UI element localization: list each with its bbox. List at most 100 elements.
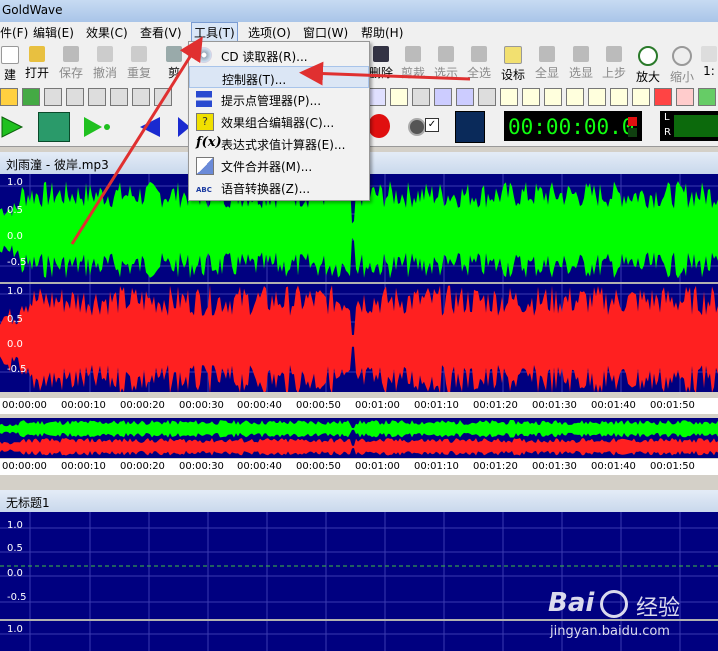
effect-icon[interactable] bbox=[588, 88, 606, 106]
effect-icon[interactable] bbox=[654, 88, 672, 106]
menu-item-controller[interactable]: 控制器(T)... bbox=[189, 66, 369, 88]
effect-icon[interactable] bbox=[610, 88, 628, 106]
monitor-icon[interactable] bbox=[408, 118, 426, 136]
y-axis-label: 0.5 bbox=[7, 205, 23, 216]
monitor-checkbox[interactable]: ✓ bbox=[425, 118, 439, 132]
effect-icon[interactable] bbox=[456, 88, 474, 106]
effect-icon[interactable] bbox=[88, 88, 106, 106]
select-all-icon bbox=[471, 46, 487, 62]
menu-item-cd-reader[interactable]: CD 读取器(R)... bbox=[189, 44, 369, 66]
y-axis-label: 1.0 bbox=[7, 520, 23, 531]
zoom-1-1-button[interactable]: 1: bbox=[700, 44, 718, 82]
play-from-cursor-icon[interactable] bbox=[82, 114, 112, 140]
menu-effects[interactable]: 效果(C) bbox=[86, 24, 128, 41]
effect-icon[interactable] bbox=[632, 88, 650, 106]
zoom-out-button[interactable]: 缩小 bbox=[666, 44, 698, 84]
effect-icon[interactable] bbox=[44, 88, 62, 106]
waveform-canvas[interactable] bbox=[0, 174, 718, 392]
effect-icon[interactable] bbox=[66, 88, 84, 106]
effect-icon[interactable] bbox=[132, 88, 150, 106]
y-axis-label: -0.5 bbox=[7, 364, 27, 375]
time-tick: 00:00:30 bbox=[179, 461, 224, 472]
overview-canvas[interactable] bbox=[0, 418, 718, 458]
effect-icon[interactable] bbox=[22, 88, 40, 106]
effect-icon[interactable] bbox=[110, 88, 128, 106]
rewind-icon[interactable] bbox=[134, 114, 162, 140]
overview-waveform[interactable] bbox=[0, 418, 718, 458]
zoom-in-button[interactable]: 放大 bbox=[632, 44, 664, 84]
status-led bbox=[628, 117, 637, 126]
time-tick: 00:01:40 bbox=[591, 400, 636, 411]
time-tick: 00:00:40 bbox=[237, 400, 282, 411]
waveform-channel bbox=[0, 285, 718, 392]
tools-menu: CD 读取器(R)... 控制器(T)... 提示点管理器(P)... ? 效果… bbox=[188, 41, 370, 201]
time-tick: 00:00:10 bbox=[61, 400, 106, 411]
menu-tools[interactable]: 工具(T) bbox=[191, 22, 238, 43]
menu-item-effect-chain[interactable]: ? 效果组合编辑器(C)... bbox=[189, 110, 369, 132]
baidu-watermark: Bai 经验 jingyan.baidu.com bbox=[548, 588, 681, 639]
effect-icon[interactable] bbox=[676, 88, 694, 106]
select-view-button[interactable]: 选示 bbox=[430, 44, 462, 82]
effect-icon[interactable] bbox=[412, 88, 430, 106]
level-meter: L R bbox=[660, 111, 718, 141]
show-all-button[interactable]: 全显 bbox=[531, 44, 563, 82]
folder-icon bbox=[29, 46, 45, 62]
effect-icon[interactable] bbox=[544, 88, 562, 106]
menu-item-file-merger[interactable]: 文件合并器(M)... bbox=[189, 154, 369, 176]
select-all-button[interactable]: 全选 bbox=[463, 44, 495, 82]
undo-icon bbox=[97, 46, 113, 62]
menu-help[interactable]: 帮助(H) bbox=[361, 24, 403, 41]
effect-icon[interactable] bbox=[390, 88, 408, 106]
play-selection-button[interactable] bbox=[38, 112, 70, 142]
timeline-ruler[interactable]: 00:00:00 00:00:10 00:00:20 00:00:30 00:0… bbox=[0, 398, 718, 414]
effect-icon[interactable] bbox=[500, 88, 518, 106]
time-tick: 00:01:30 bbox=[532, 461, 577, 472]
menu-view[interactable]: 查看(V) bbox=[140, 24, 182, 41]
menu-options[interactable]: 选项(O) bbox=[248, 24, 291, 41]
meter-bar bbox=[674, 115, 718, 137]
play-icon[interactable] bbox=[0, 114, 26, 140]
cut-button[interactable]: 剪 bbox=[158, 44, 190, 82]
y-axis-label: 1.0 bbox=[7, 286, 23, 297]
menu-item-expression-evaluator[interactable]: f(x) 表达式求值计算器(E)... bbox=[189, 132, 369, 154]
y-axis-label: 1.0 bbox=[7, 624, 23, 635]
time-tick: 00:00:40 bbox=[237, 461, 282, 472]
menu-file[interactable]: 件(F) bbox=[0, 24, 28, 41]
previous-icon bbox=[606, 46, 622, 62]
effect-icon[interactable] bbox=[522, 88, 540, 106]
select-view-icon bbox=[438, 46, 454, 62]
show-selection-button[interactable]: 选显 bbox=[565, 44, 597, 82]
waveform-view[interactable]: 1.0 0.5 0.0 -0.5 1.0 0.5 0.0 -0.5 bbox=[0, 174, 718, 392]
show-selection-icon bbox=[573, 46, 589, 62]
y-axis-label: 0.5 bbox=[7, 314, 23, 325]
menu-item-speech-converter[interactable]: ABC 语音转换器(Z)... bbox=[189, 176, 369, 198]
time-tick: 00:01:50 bbox=[650, 461, 695, 472]
control-panel-button[interactable] bbox=[455, 111, 485, 143]
window-title: GoldWave bbox=[2, 3, 63, 17]
undo-button[interactable]: 撤消 bbox=[89, 44, 121, 82]
save-button[interactable]: 保存 bbox=[55, 44, 87, 82]
track-title-bar[interactable]: 无标题1 bbox=[0, 490, 718, 513]
effect-icon[interactable] bbox=[478, 88, 496, 106]
previous-button[interactable]: 上步 bbox=[598, 44, 630, 82]
effect-icon[interactable] bbox=[434, 88, 452, 106]
y-axis-label: -0.5 bbox=[7, 592, 27, 603]
set-marker-button[interactable]: 设标 bbox=[497, 44, 529, 82]
menu-edit[interactable]: 编辑(E) bbox=[33, 24, 74, 41]
zoom-out-icon bbox=[672, 46, 692, 66]
time-tick: 00:01:00 bbox=[355, 400, 400, 411]
effect-icon[interactable] bbox=[0, 88, 18, 106]
effect-icon[interactable] bbox=[154, 88, 172, 106]
menu-item-cue-manager[interactable]: 提示点管理器(P)... bbox=[189, 88, 369, 110]
effect-icon[interactable] bbox=[698, 88, 716, 106]
open-button[interactable]: 打开 bbox=[21, 44, 53, 82]
overview-timeline[interactable]: 00:00:00 00:00:10 00:00:20 00:00:30 00:0… bbox=[0, 459, 718, 475]
waveform-channel bbox=[0, 438, 718, 456]
show-all-icon bbox=[539, 46, 555, 62]
trim-button[interactable]: 剪裁 bbox=[397, 44, 429, 82]
redo-button[interactable]: 重复 bbox=[123, 44, 155, 82]
effect-icon[interactable] bbox=[566, 88, 584, 106]
effect-icon[interactable] bbox=[368, 88, 386, 106]
record-button[interactable] bbox=[368, 114, 390, 138]
menu-window[interactable]: 窗口(W) bbox=[303, 24, 348, 41]
